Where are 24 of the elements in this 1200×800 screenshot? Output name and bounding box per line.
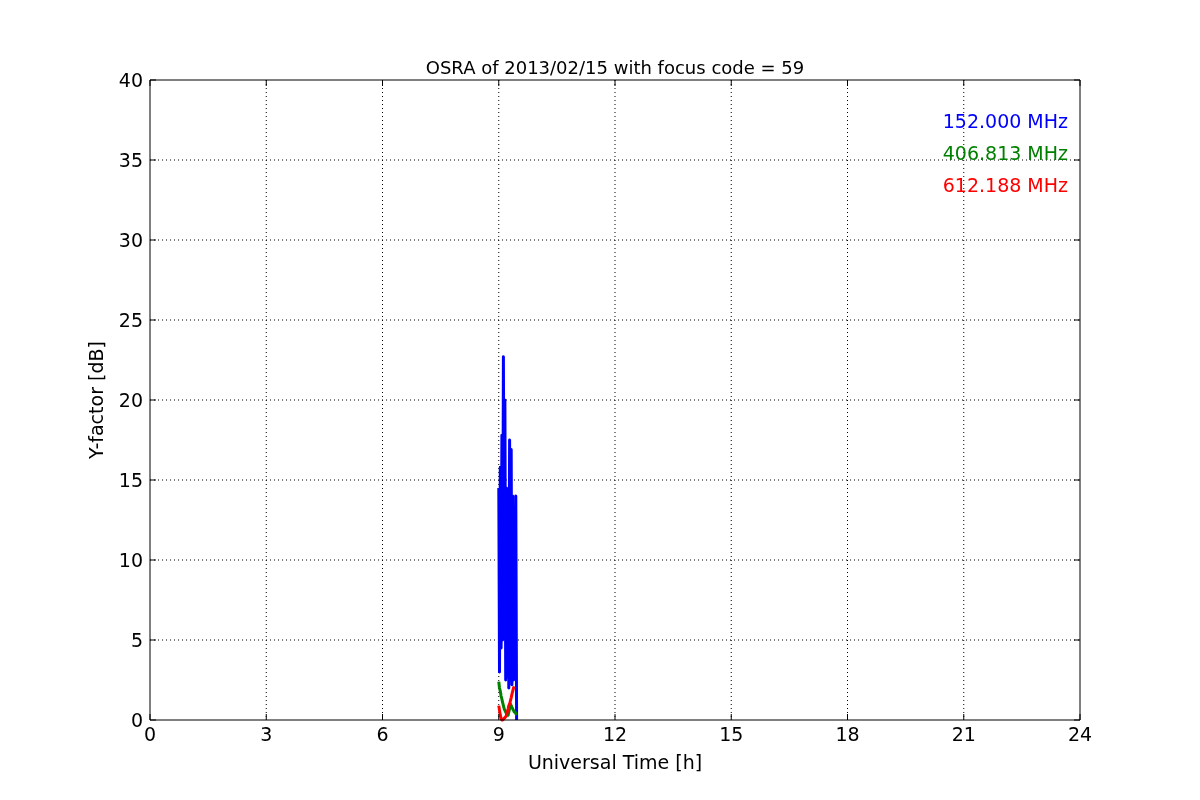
y-tick-label: 0 [130, 709, 143, 731]
x-tick-label: 0 [143, 723, 157, 745]
legend-label: 152.000 MHz [942, 110, 1068, 132]
legend-label: 612.188 MHz [942, 174, 1068, 196]
x-axis-label: Universal Time [h] [527, 751, 703, 773]
y-tick-label: 20 [118, 389, 143, 411]
y-tick-label: 40 [118, 69, 143, 91]
x-tick-label: 12 [602, 723, 628, 745]
legend-label: 406.813 MHz [942, 142, 1068, 164]
y-axis-label: Y-factor [dB] [85, 341, 107, 459]
x-tick-label: 21 [951, 723, 976, 745]
y-tick-label: 25 [118, 309, 143, 331]
x-tick-label: 15 [719, 723, 744, 745]
chart-title: OSRA of 2013/02/15 with focus code = 59 [425, 57, 805, 78]
x-tick-label: 9 [492, 723, 505, 745]
y-tick-label: 30 [118, 229, 143, 251]
y-tick-label: 35 [118, 149, 143, 171]
x-tick-label: 24 [1067, 723, 1093, 745]
x-tick-label: 18 [835, 723, 860, 745]
y-tick-label: 15 [118, 469, 143, 491]
y-tick-label: 10 [118, 549, 143, 571]
x-tick-label: 6 [376, 723, 389, 745]
x-tick-label: 3 [260, 723, 273, 745]
y-tick-label: 5 [130, 629, 143, 651]
